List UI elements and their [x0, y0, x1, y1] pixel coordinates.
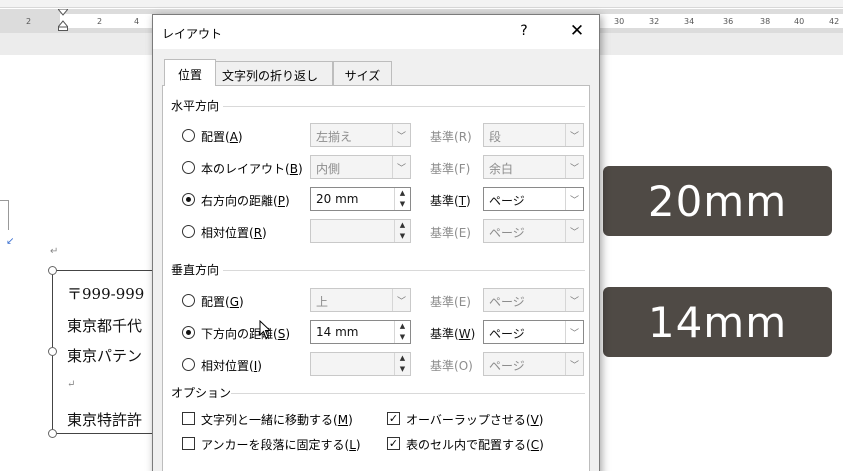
h-alignment-base-label: 基準(R): [430, 130, 472, 144]
chevron-down-icon: ﹀: [565, 188, 583, 210]
layout-dialog: レイアウト ? ✕ 位置 文字列の折り返し サイズ 水平方向 配置(A) 左揃え…: [152, 14, 600, 471]
v-relative-base-label: 基準(O): [430, 359, 473, 373]
options-group-label: オプション: [171, 384, 232, 401]
ruler-tick: 40: [794, 17, 805, 26]
radio-h-relative-position[interactable]: [182, 225, 195, 238]
group-divider: [223, 106, 585, 107]
paragraph-mark: ↵: [50, 246, 59, 257]
h-alignment-select[interactable]: 左揃え ﹀: [310, 123, 411, 147]
textbox-line: 〒999-999: [67, 285, 145, 303]
radio-v-relative-position-label[interactable]: 相対位置(I): [201, 357, 262, 374]
chevron-down-icon: ﹀: [392, 124, 410, 146]
ruler-tick: 32: [649, 17, 660, 26]
textbox-line: 東京都千代: [67, 317, 143, 335]
book-layout-base-label: 基準(F): [430, 162, 471, 176]
h-relative-base-label: 基準(E): [430, 226, 471, 240]
h-distance-base-label: 基準(T): [430, 194, 471, 208]
h-distance-base-select[interactable]: ページ ﹀: [483, 187, 584, 211]
textbox-line: 東京パテン: [67, 347, 143, 365]
position-tab-panel: 水平方向 配置(A) 左揃え ﹀ 基準(R) 段 ﹀ 本のレイアウト(B) 内側 ﹀ …: [162, 85, 590, 471]
checkbox-move-with-text[interactable]: [182, 412, 195, 425]
resize-handle[interactable]: [48, 347, 57, 356]
ruler-tick: 38: [760, 17, 771, 26]
small-arrow-mark: ↙: [6, 236, 15, 247]
ruler-tick: 2: [97, 17, 103, 26]
ruler-tick: 34: [684, 17, 695, 26]
ribbon-strip: [0, 0, 843, 8]
checkbox-allow-overlap-label[interactable]: オーバーラップさせる(V): [406, 411, 543, 428]
ruler-tick: 42: [829, 17, 840, 26]
radio-v-absolute-position-label[interactable]: 下方向の距離(S): [201, 325, 290, 342]
v-distance-base-label: 基準(W): [430, 327, 476, 341]
radio-h-relative-position-label[interactable]: 相対位置(R): [201, 224, 267, 241]
dialog-titlebar[interactable]: レイアウト ? ✕: [153, 15, 599, 49]
v-alignment-select[interactable]: 上 ﹀: [310, 288, 411, 312]
radio-book-layout[interactable]: [182, 161, 195, 174]
ruler-tick: 4: [134, 17, 140, 26]
help-button[interactable]: ?: [507, 15, 541, 47]
chevron-down-icon: ﹀: [565, 156, 583, 178]
vertical-group-label: 垂直方向: [171, 261, 220, 278]
h-distance-input[interactable]: 20 mm ▲ ▼: [310, 187, 411, 211]
chevron-down-icon: ﹀: [565, 124, 583, 146]
v-relative-base-select[interactable]: ページ ﹀: [483, 352, 584, 376]
indent-marker-icon[interactable]: [58, 9, 68, 31]
ruler-tick: 2: [26, 17, 32, 26]
radio-v-absolute-position[interactable]: [182, 326, 195, 339]
group-divider: [223, 270, 585, 271]
textbox-line: 東京特許許: [67, 411, 143, 429]
ruler-tick: 36: [723, 17, 734, 26]
v-alignment-base-label: 基準(E): [430, 295, 471, 309]
radio-h-absolute-position[interactable]: [182, 193, 195, 206]
v-relative-input[interactable]: ▲ ▼: [310, 352, 411, 376]
tab-size[interactable]: サイズ: [333, 61, 392, 85]
v-distance-input[interactable]: 14 mm ▲ ▼: [310, 320, 411, 344]
radio-h-alignment[interactable]: [182, 129, 195, 142]
spinner-icon[interactable]: ▲ ▼: [394, 188, 410, 210]
textbox-line: ↵: [67, 379, 76, 390]
close-button[interactable]: ✕: [557, 15, 597, 47]
vertical-value-overlay: 14mm: [603, 287, 832, 357]
resize-handle[interactable]: [48, 429, 57, 438]
checkbox-layout-in-table-cell[interactable]: ✓: [387, 437, 400, 450]
radio-v-alignment[interactable]: [182, 294, 195, 307]
tab-text-wrapping[interactable]: 文字列の折り返し: [215, 61, 333, 85]
chevron-down-icon: ﹀: [565, 220, 583, 242]
checkbox-lock-anchor-label[interactable]: アンカーを段落に固定する(L): [201, 436, 361, 453]
spinner-icon[interactable]: ▲ ▼: [394, 220, 410, 242]
spinner-icon[interactable]: ▲ ▼: [394, 321, 410, 343]
spinner-icon[interactable]: ▲ ▼: [394, 353, 410, 375]
radio-h-absolute-position-label[interactable]: 右方向の距離(P): [201, 192, 290, 209]
h-relative-input[interactable]: ▲ ▼: [310, 219, 411, 243]
checkbox-lock-anchor[interactable]: [182, 437, 195, 450]
radio-book-layout-label[interactable]: 本のレイアウト(B): [201, 160, 303, 177]
horizontal-value-overlay: 20mm: [603, 166, 832, 236]
chevron-down-icon: ﹀: [392, 289, 410, 311]
h-relative-base-select[interactable]: ページ ﹀: [483, 219, 584, 243]
group-divider: [231, 393, 585, 394]
chevron-down-icon: ﹀: [565, 353, 583, 375]
radio-h-alignment-label[interactable]: 配置(A): [201, 128, 243, 145]
book-layout-select[interactable]: 内側 ﹀: [310, 155, 411, 179]
margin-corner-mark: [0, 200, 9, 230]
radio-v-relative-position[interactable]: [182, 358, 195, 371]
chevron-down-icon: ﹀: [392, 156, 410, 178]
h-alignment-base-select[interactable]: 段 ﹀: [483, 123, 584, 147]
ruler-tick: 30: [614, 17, 625, 26]
book-layout-base-select[interactable]: 余白 ﹀: [483, 155, 584, 179]
chevron-down-icon: ﹀: [565, 289, 583, 311]
v-distance-base-select[interactable]: ページ ﹀: [483, 320, 584, 344]
resize-handle[interactable]: [48, 266, 57, 275]
dialog-title: レイアウト: [162, 27, 223, 41]
horizontal-group-label: 水平方向: [171, 97, 220, 114]
tab-position[interactable]: 位置: [164, 59, 216, 86]
checkbox-move-with-text-label[interactable]: 文字列と一緒に移動する(M): [201, 411, 353, 428]
chevron-down-icon: ﹀: [565, 321, 583, 343]
checkbox-layout-in-table-cell-label[interactable]: 表のセル内で配置する(C): [406, 436, 544, 453]
v-alignment-base-select[interactable]: ページ ﹀: [483, 288, 584, 312]
radio-v-alignment-label[interactable]: 配置(G): [201, 293, 244, 310]
mouse-pointer-icon: [259, 320, 272, 339]
checkbox-allow-overlap[interactable]: ✓: [387, 412, 400, 425]
